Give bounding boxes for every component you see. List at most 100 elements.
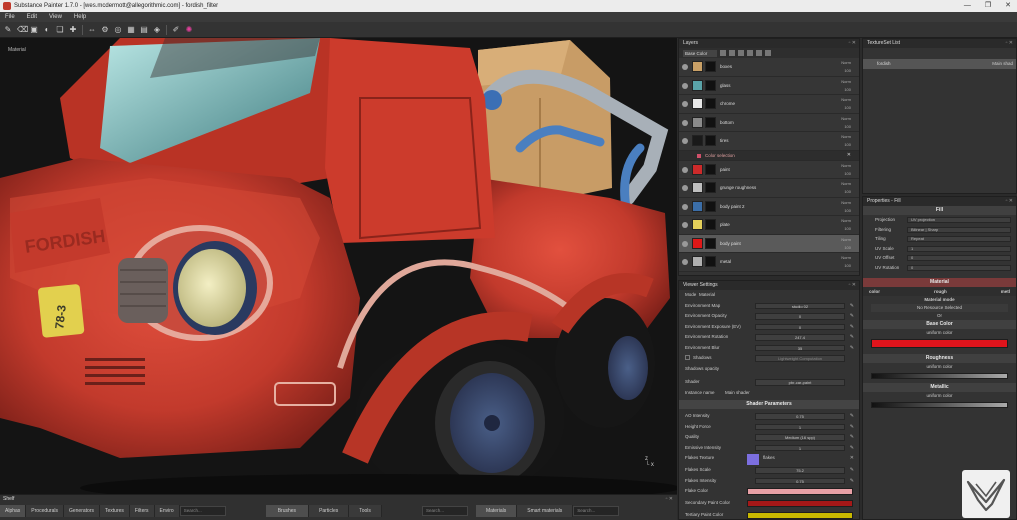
- instance-value[interactable]: Main shader: [725, 388, 750, 399]
- smudge-icon[interactable]: ◐: [43, 25, 51, 34]
- layer-row[interactable]: body paint 2 Norm 100: [679, 197, 859, 216]
- material-section-header[interactable]: Material: [863, 278, 1016, 287]
- layer-opacity[interactable]: 100: [844, 171, 851, 176]
- pen-icon[interactable]: ✎: [850, 445, 854, 451]
- search-input[interactable]: Search...: [179, 506, 226, 516]
- property-field[interactable]: Bilinear | Sharp: [907, 226, 1011, 233]
- channel-metal[interactable]: metl: [1001, 287, 1010, 296]
- layer-effect-row[interactable]: Color selection ✕: [679, 150, 859, 161]
- layer-mask-thumbnail[interactable]: [705, 200, 716, 212]
- close-icon[interactable]: ▫ ✕: [666, 495, 673, 503]
- add-fill-layer-icon[interactable]: [729, 50, 735, 56]
- setting-field[interactable]: 0: [755, 323, 845, 330]
- add-folder-icon[interactable]: [756, 50, 762, 56]
- layer-blend-mode[interactable]: Norm: [841, 79, 851, 84]
- layer-mask-thumbnail[interactable]: [705, 163, 716, 175]
- layer-mask-thumbnail[interactable]: [705, 61, 716, 72]
- camera-icon[interactable]: ◎: [114, 25, 122, 34]
- layer-blend-mode[interactable]: Norm: [841, 218, 851, 223]
- mode-select[interactable]: Material: [699, 290, 715, 301]
- pen-icon[interactable]: ✎: [850, 345, 854, 351]
- setting-field[interactable]: 0: [755, 313, 845, 320]
- layer-opacity[interactable]: 100: [844, 245, 851, 250]
- close-icon[interactable]: ▫ ✕: [849, 281, 856, 290]
- tab-textures[interactable]: Textures: [100, 505, 130, 517]
- tab-brushes[interactable]: Brushes: [265, 505, 310, 517]
- picker-icon[interactable]: ✚: [69, 25, 77, 34]
- visibility-eye-icon[interactable]: [682, 101, 688, 107]
- close-icon[interactable]: ▫ ✕: [1006, 39, 1013, 48]
- visibility-eye-icon[interactable]: [682, 166, 688, 173]
- shadows-checkbox[interactable]: [685, 355, 690, 360]
- layer-row[interactable]: bottom Norm 100: [679, 113, 859, 132]
- layer-mask-thumbnail[interactable]: [705, 237, 716, 249]
- remove-icon[interactable]: ✕: [850, 455, 854, 461]
- layer-row[interactable]: chrome Norm 100: [679, 95, 859, 114]
- tab-procedurals[interactable]: Procedurals: [26, 505, 64, 517]
- visibility-eye-icon[interactable]: [682, 185, 688, 191]
- flakes-scale-field[interactable]: 75.2: [755, 467, 845, 474]
- pen-icon[interactable]: ✎: [850, 467, 854, 473]
- layer-opacity[interactable]: 100: [844, 226, 851, 231]
- delete-layer-icon[interactable]: [765, 50, 771, 56]
- close-button[interactable]: ✕: [1005, 0, 1011, 12]
- layer-opacity[interactable]: 100: [844, 189, 851, 194]
- layer-row[interactable]: metal Norm 100: [679, 253, 859, 272]
- layer-blend-mode[interactable]: Norm: [841, 163, 851, 168]
- visibility-eye-icon[interactable]: [682, 222, 688, 228]
- tab-smart-materials[interactable]: Smart materials: [517, 505, 574, 517]
- layer-blend-mode[interactable]: Norm: [841, 181, 851, 186]
- pen-icon[interactable]: ✎: [850, 313, 854, 319]
- channel-select[interactable]: Base Color: [683, 49, 717, 57]
- layer-opacity[interactable]: 100: [844, 208, 851, 213]
- property-field[interactable]: 1: [907, 245, 1011, 252]
- pen-icon[interactable]: ✎: [850, 478, 854, 484]
- visibility-eye-icon[interactable]: [682, 240, 688, 247]
- layer-row[interactable]: plate Norm 100: [679, 216, 859, 235]
- color-wheel-icon[interactable]: ✺: [185, 25, 193, 34]
- layer-blend-mode[interactable]: Norm: [841, 60, 851, 65]
- layer-opacity[interactable]: 100: [844, 263, 851, 268]
- minimize-button[interactable]: —: [964, 0, 971, 12]
- visibility-eye-icon[interactable]: [682, 259, 688, 265]
- param-field[interactable]: Medium (16 spp): [755, 434, 845, 441]
- menu-file[interactable]: File: [5, 12, 15, 22]
- channel-rough[interactable]: rough: [934, 287, 947, 296]
- pen-icon[interactable]: ✎: [850, 434, 854, 440]
- delete-effect-icon[interactable]: ✕: [847, 152, 851, 158]
- textureset-item[interactable]: fordish Main shad: [863, 59, 1016, 69]
- layer-row[interactable]: boxes Norm 100: [679, 58, 859, 77]
- setting-field[interactable]: studio 02: [755, 302, 845, 309]
- visibility-eye-icon[interactable]: [682, 138, 688, 144]
- tab-filters[interactable]: Filters: [129, 505, 155, 517]
- param-field[interactable]: 1: [755, 423, 845, 430]
- param-field[interactable]: 0.75: [755, 413, 845, 420]
- property-field[interactable]: 0: [907, 264, 1011, 271]
- setting-field[interactable]: 35: [755, 344, 845, 351]
- pen-icon[interactable]: ✎: [850, 324, 854, 330]
- tertiary-color-swatch[interactable]: [747, 512, 853, 519]
- 3d-viewport[interactable]: FORDISH 78-3 Material z └ x: [0, 38, 677, 494]
- flake-color-swatch[interactable]: [747, 488, 853, 495]
- metallic-slider[interactable]: [871, 402, 1008, 408]
- layer-blend-mode[interactable]: Norm: [841, 237, 851, 242]
- layer-opacity[interactable]: 100: [844, 87, 851, 92]
- maximize-button[interactable]: ❐: [985, 0, 991, 12]
- layer-blend-mode[interactable]: Norm: [841, 200, 851, 205]
- projection-icon[interactable]: ▣: [30, 25, 38, 34]
- layer-row[interactable]: tires Norm 100: [679, 132, 859, 151]
- textureset-shader[interactable]: Main shad: [992, 59, 1013, 69]
- visibility-eye-icon[interactable]: [682, 64, 688, 70]
- setting-field[interactable]: 247.4: [755, 334, 845, 341]
- channel-color[interactable]: color: [869, 287, 880, 296]
- pen-icon[interactable]: ✎: [850, 303, 854, 309]
- material-resource-select[interactable]: No Resource Selected: [871, 304, 1008, 312]
- tab-environments[interactable]: Enviro: [154, 505, 180, 517]
- flakes-texture-swatch[interactable]: [747, 454, 759, 465]
- pen-icon[interactable]: ✎: [850, 334, 854, 340]
- layer-opacity[interactable]: 100: [844, 142, 851, 147]
- property-field[interactable]: UV projection: [907, 217, 1011, 223]
- layer-row[interactable]: glass Norm 100: [679, 76, 859, 95]
- layer-mask-thumbnail[interactable]: [705, 219, 716, 230]
- symmetry-icon[interactable]: ⇔: [88, 25, 96, 34]
